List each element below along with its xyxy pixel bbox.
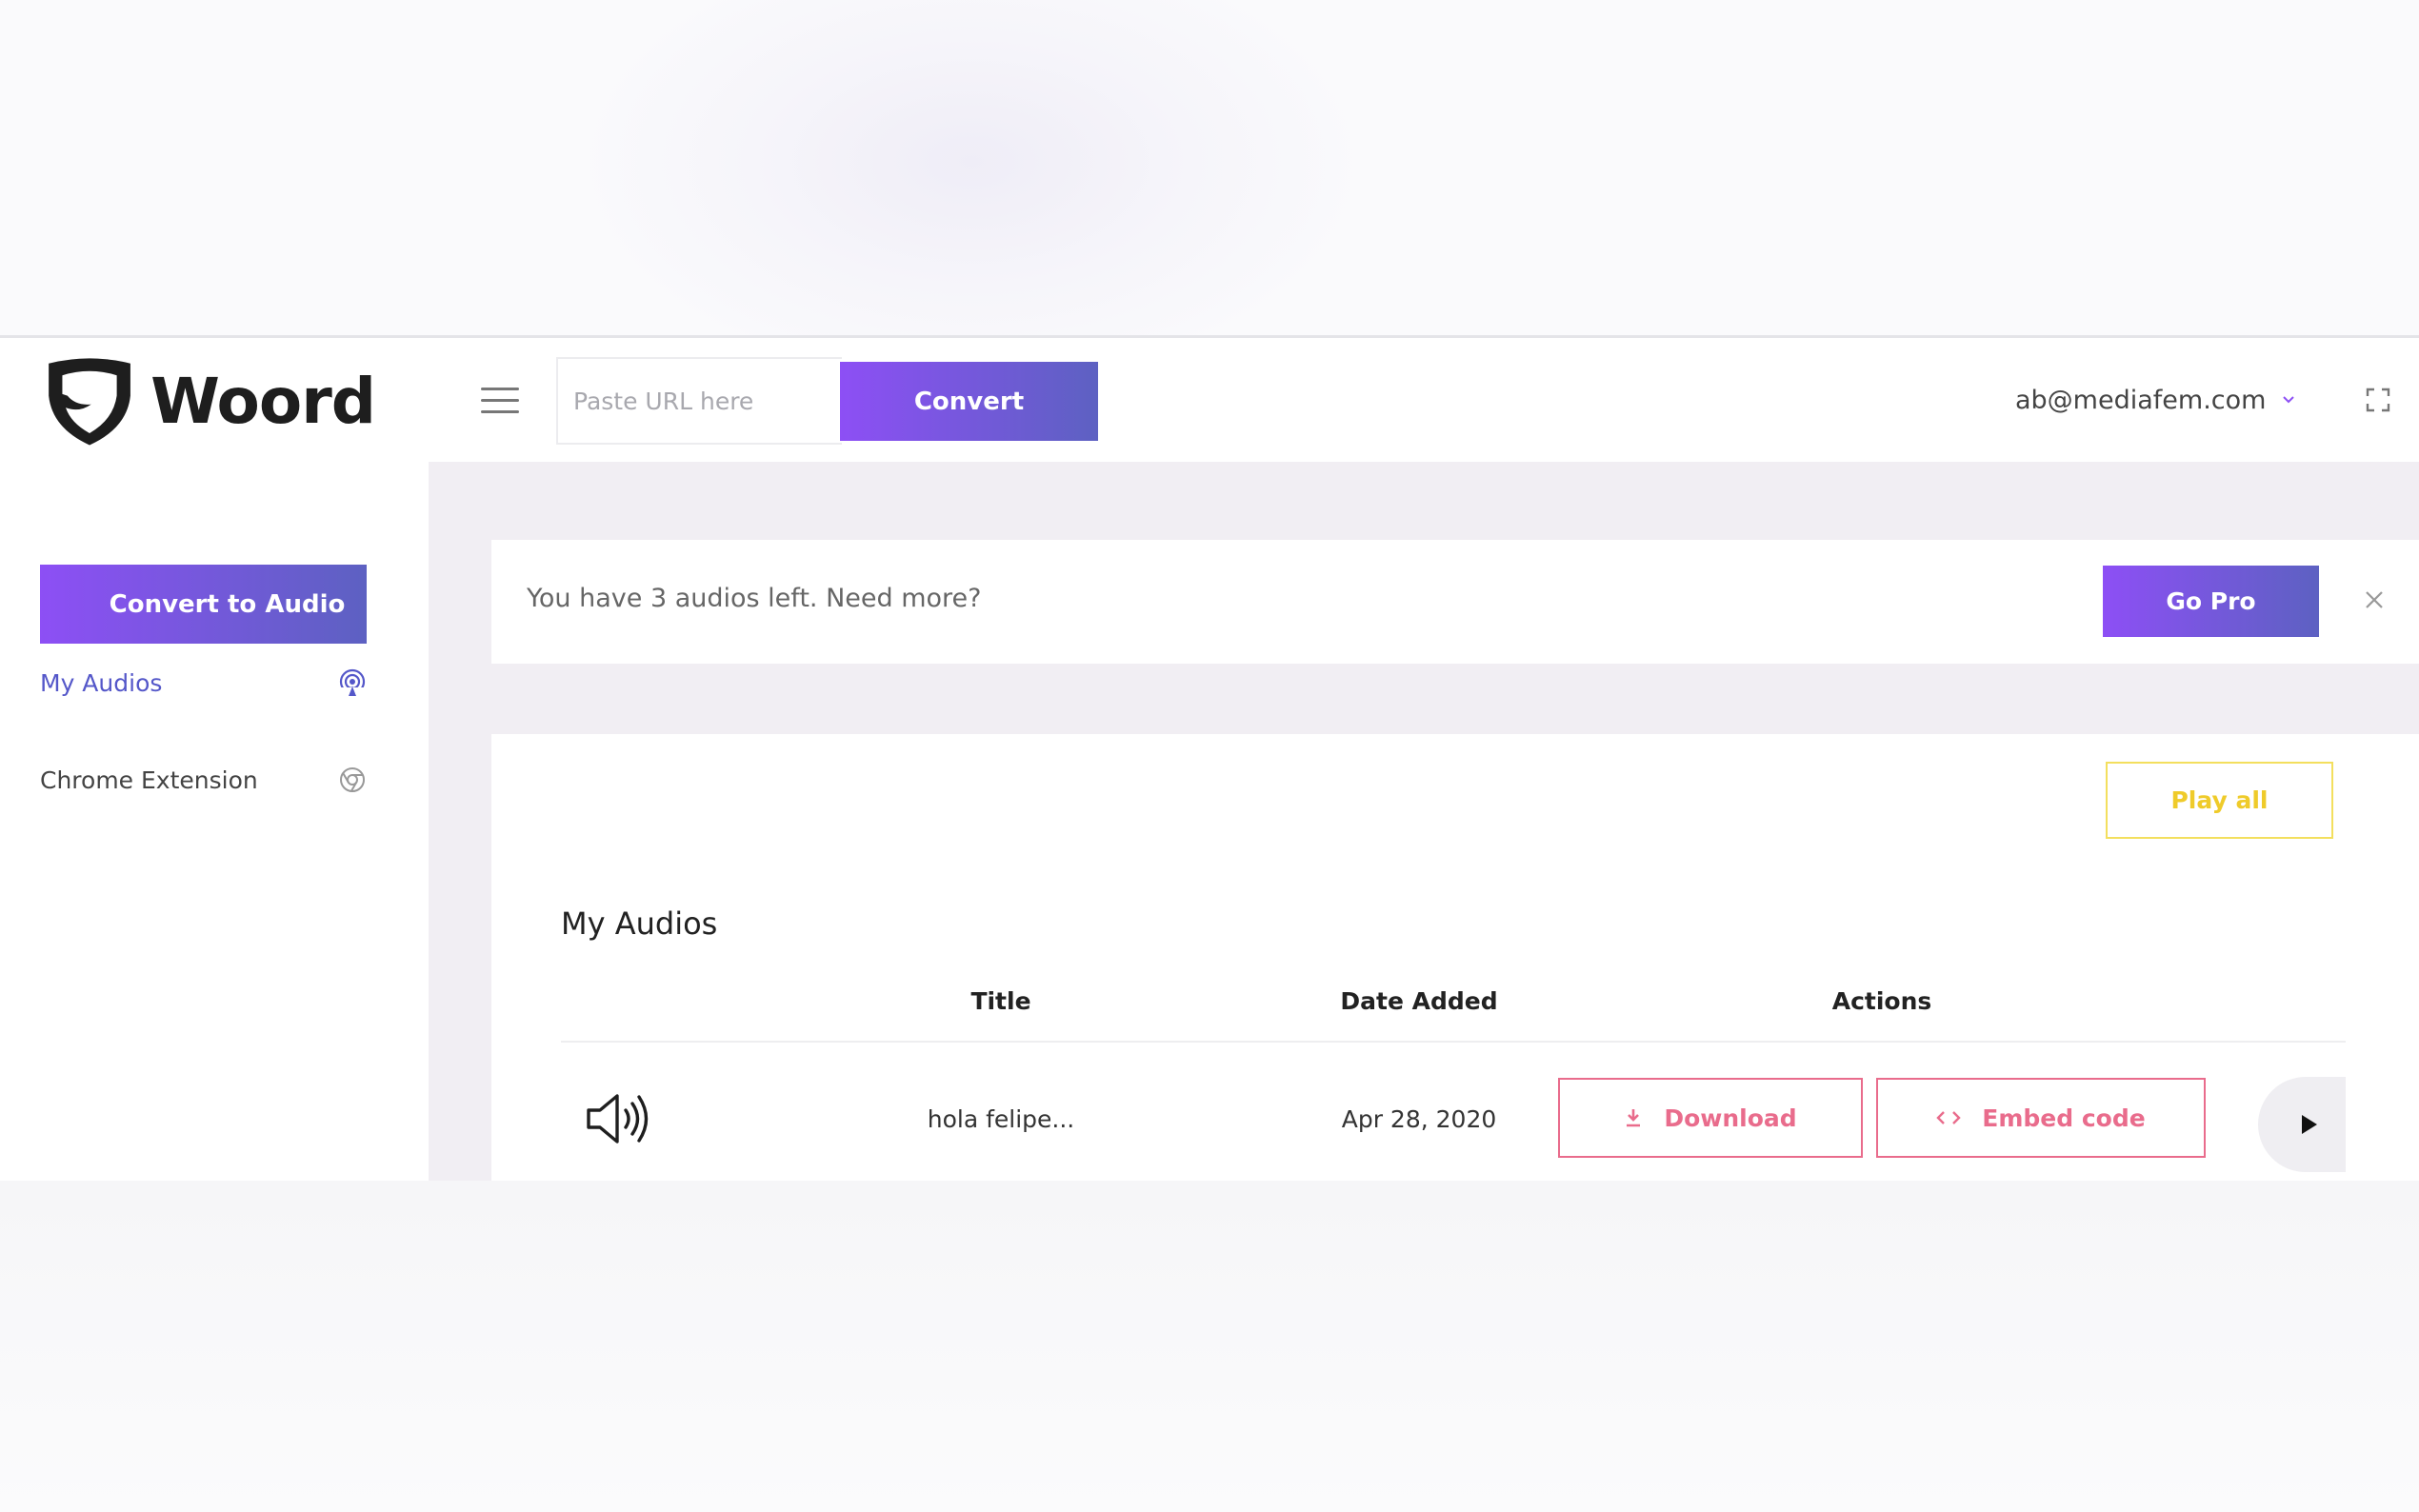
download-icon	[1627, 1109, 1641, 1127]
fullscreen-icon[interactable]	[2366, 388, 2390, 412]
app-window: Woord Convert ab@mediafem.com Convert to…	[0, 335, 2419, 1181]
sidebar-item-chrome-extension[interactable]: Chrome Extension	[40, 756, 367, 804]
speaker-icon	[587, 1094, 649, 1144]
backdrop-top	[0, 0, 2419, 335]
embed-code-button[interactable]: Embed code	[1876, 1078, 2206, 1158]
user-menu[interactable]: ab@mediafem.com	[2015, 381, 2296, 419]
logo-text: Woord	[150, 364, 376, 438]
play-icon	[2302, 1115, 2317, 1134]
play-audio-button[interactable]	[2258, 1077, 2346, 1172]
audios-panel: Play all My Audios Title Date Added Acti…	[491, 734, 2419, 1181]
audio-title[interactable]: hola felipe...	[906, 1105, 1096, 1133]
hamburger-menu-icon[interactable]	[481, 388, 519, 416]
convert-button[interactable]: Convert	[840, 362, 1098, 441]
top-header: Woord Convert ab@mediafem.com	[0, 338, 2419, 462]
sidebar: Convert to Audio My Audios Chrome Extens…	[0, 462, 429, 1181]
user-email: ab@mediafem.com	[2015, 385, 2267, 415]
shield-logo-icon	[49, 358, 130, 446]
audio-date-added: Apr 28, 2020	[1341, 1105, 1497, 1133]
main-content: You have 3 audios left. Need more? Go Pr…	[429, 462, 2419, 1181]
alert-message: You have 3 audios left. Need more?	[527, 584, 982, 613]
quota-alert: You have 3 audios left. Need more? Go Pr…	[491, 540, 2419, 664]
sidebar-item-my-audios[interactable]: My Audios	[40, 659, 367, 706]
sidebar-item-label: My Audios	[40, 668, 163, 697]
column-header-actions: Actions	[1831, 987, 1932, 1015]
section-title: My Audios	[561, 905, 718, 942]
logo[interactable]: Woord	[42, 348, 376, 454]
play-all-button[interactable]: Play all	[2106, 762, 2333, 839]
close-icon[interactable]	[2364, 589, 2385, 610]
go-pro-button[interactable]: Go Pro	[2103, 566, 2319, 637]
embed-code-label: Embed code	[1982, 1104, 2146, 1132]
url-input[interactable]	[556, 357, 842, 445]
chrome-icon	[340, 767, 365, 792]
download-button[interactable]: Download	[1558, 1078, 1863, 1158]
chevron-down-icon	[2283, 396, 2295, 404]
backdrop-bottom	[0, 1181, 2419, 1512]
column-header-date-added: Date Added	[1340, 987, 1498, 1015]
sidebar-item-label: Chrome Extension	[40, 766, 258, 794]
podcast-icon	[339, 668, 366, 697]
table-divider	[561, 1041, 2346, 1043]
convert-to-audio-button[interactable]: Convert to Audio	[40, 565, 367, 644]
column-header-title: Title	[970, 987, 1031, 1015]
code-icon	[1936, 1111, 1961, 1124]
download-label: Download	[1664, 1104, 1797, 1132]
